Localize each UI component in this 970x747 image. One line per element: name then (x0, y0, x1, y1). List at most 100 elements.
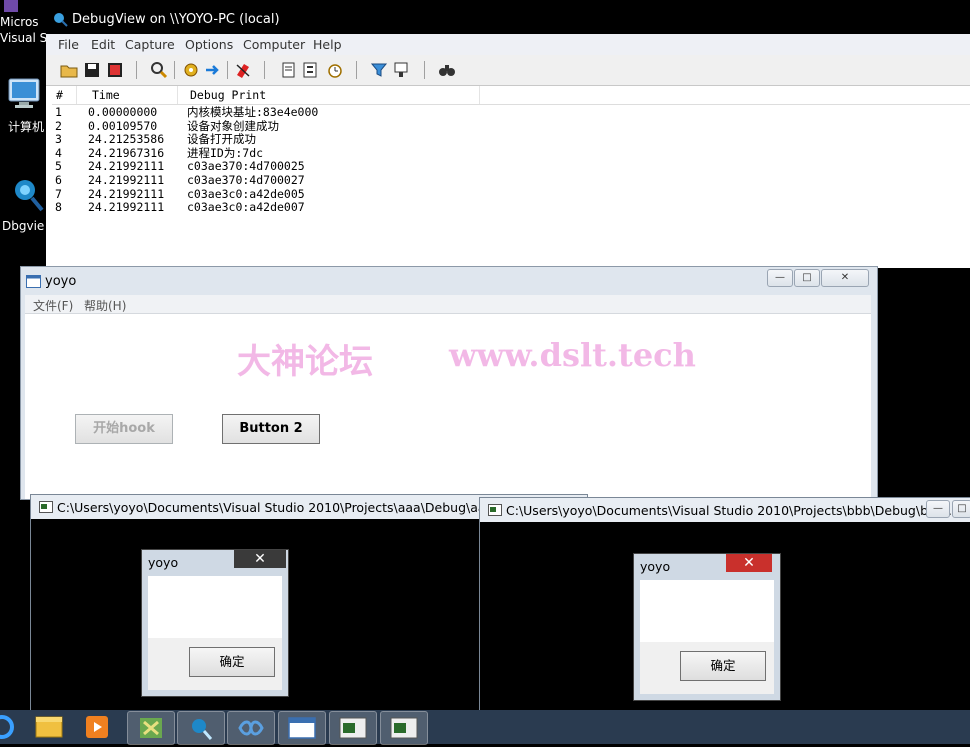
menu-capture[interactable]: Capture (125, 37, 175, 52)
column-time[interactable]: Time (92, 88, 120, 102)
menu-help-cn[interactable]: 帮助(H) (84, 297, 126, 314)
console-icon (339, 717, 367, 739)
yoyo-menubar: 文件(F) 帮助(H) (25, 295, 871, 314)
menu-computer[interactable]: Computer (243, 37, 305, 52)
toolbar-separator (136, 61, 137, 79)
button-2[interactable]: Button 2 (222, 414, 320, 444)
taskbar-yoyo-window[interactable] (278, 711, 326, 745)
console-title: C:\Users\yoyo\Documents\Visual Studio 20… (506, 503, 960, 518)
media-player-icon (86, 716, 108, 738)
taskbar-explorer[interactable] (26, 711, 72, 743)
console-titlebar[interactable]: C:\Users\yoyo\Documents\Visual Studio 20… (480, 498, 970, 522)
log-text: c03ae3c0:a42de007 (187, 200, 305, 215)
log-num: 7 (55, 186, 62, 201)
log-time: 24.21992111 (88, 200, 165, 215)
log-time: 24.21992111 (88, 173, 165, 187)
taskbar (0, 710, 970, 745)
maximize-button[interactable]: □ (952, 500, 970, 518)
log-time: 24.21967316 (88, 145, 165, 160)
column-divider[interactable] (76, 86, 77, 104)
log-text: 设备对象创建成功 (187, 118, 279, 133)
autoscroll-icon[interactable] (204, 61, 222, 79)
message-box-close-button[interactable]: ✕ (234, 550, 286, 568)
erase-icon[interactable] (234, 61, 252, 79)
log-num: 6 (55, 173, 62, 187)
debugview-title: DebugView on \\YOYO-PC (local) (72, 12, 280, 27)
taskbar-media-player[interactable] (74, 711, 120, 743)
taskbar-console-bbb[interactable] (380, 711, 428, 745)
log-text: c03ae370:4d700027 (187, 173, 305, 187)
watermark-cn: 大神论坛 (237, 342, 373, 382)
menu-file-cn[interactable]: 文件(F) (33, 297, 73, 314)
vs-infinity-icon (238, 720, 264, 736)
taskbar-debugview[interactable] (177, 711, 225, 745)
log-num: 3 (55, 132, 62, 147)
taskbar-console-aaa[interactable] (329, 711, 377, 745)
yoyo-client-area: 大神论坛 www.dslt.tech 开始hook Button 2 (25, 314, 871, 499)
message-box-title: yoyo (148, 555, 179, 570)
taskbar-vs-infinity[interactable] (227, 711, 275, 745)
message-box: yoyo ✕ 确定 (141, 549, 289, 697)
debugview-titlebar[interactable]: DebugView on \\YOYO-PC (local) (46, 6, 970, 34)
column-divider[interactable] (479, 86, 480, 104)
debugview-icon (192, 719, 213, 740)
log-time: 24.21253586 (88, 132, 165, 147)
ie-icon[interactable] (0, 714, 14, 740)
save-icon[interactable] (83, 61, 101, 79)
ok-button[interactable]: 确定 (680, 651, 766, 681)
console-window-bbb: C:\Users\yoyo\Documents\Visual Studio 20… (479, 497, 970, 714)
desktop-icon-label-dbgview[interactable]: Dbgvie (2, 219, 44, 233)
desktop-icon-label-visual-studio[interactable]: Visual St (0, 31, 52, 45)
column-debug-print[interactable]: Debug Print (190, 88, 266, 102)
open-icon[interactable] (60, 61, 78, 79)
close-button[interactable]: ✕ (821, 269, 869, 287)
yoyo-title: yoyo (45, 274, 77, 289)
desktop-icon-label-micros[interactable]: Micros (0, 15, 39, 29)
capture-icon[interactable] (182, 61, 200, 79)
log-text: 设备打开成功 (187, 132, 256, 147)
column-num[interactable]: # (56, 88, 63, 102)
toolbar-separator (264, 61, 265, 79)
yoyo-titlebar[interactable]: yoyo — □ ✕ (21, 267, 877, 295)
maximize-button[interactable]: □ (794, 269, 820, 287)
log-text: c03ae370:4d700025 (187, 159, 305, 174)
menu-edit[interactable]: Edit (91, 37, 115, 52)
log-num: 5 (55, 159, 62, 174)
log-time: 0.00000000 (88, 105, 158, 119)
toolbar-separator (424, 61, 425, 79)
visual-studio-icon[interactable] (4, 0, 18, 12)
start-hook-button[interactable]: 开始hook (75, 414, 173, 444)
log-column-header: # Time Debug Print (52, 86, 970, 105)
desktop-icon-label-computer[interactable]: 计算机 (8, 118, 44, 135)
minimize-button[interactable]: — (926, 500, 950, 518)
properties-icon[interactable] (302, 61, 320, 79)
binoculars-icon[interactable] (438, 61, 456, 79)
yoyo-window: yoyo — □ ✕ 文件(F) 帮助(H) 大神论坛 www.dslt.tec… (20, 266, 878, 500)
clear-icon[interactable] (106, 61, 124, 79)
clock-icon[interactable] (326, 61, 344, 79)
debugview-app-icon (54, 13, 68, 27)
ok-button[interactable]: 确定 (189, 647, 275, 677)
console-icon (390, 717, 418, 739)
history-icon[interactable] (280, 61, 298, 79)
taskbar-visual-studio[interactable] (127, 711, 175, 745)
message-box-close-button[interactable]: ✕ (726, 554, 772, 572)
debugview-menubar: File Edit Capture Options Computer Help (46, 34, 970, 56)
filter-icon[interactable] (370, 61, 388, 79)
log-num: 2 (55, 118, 62, 133)
log-num: 4 (55, 145, 62, 160)
highlight-icon[interactable] (392, 61, 410, 79)
menu-options[interactable]: Options (185, 37, 233, 52)
column-divider[interactable] (177, 86, 178, 104)
window-icon (288, 717, 316, 739)
menu-file[interactable]: File (58, 37, 79, 52)
minimize-button[interactable]: — (767, 269, 793, 287)
log-num: 8 (55, 200, 62, 215)
menu-help[interactable]: Help (313, 37, 342, 52)
find-icon[interactable] (150, 61, 168, 79)
toolbar-separator (174, 61, 175, 79)
log-num: 1 (55, 105, 62, 119)
debugview-icon[interactable] (8, 172, 46, 214)
log-time: 24.21992111 (88, 159, 165, 174)
computer-icon[interactable] (6, 76, 42, 112)
